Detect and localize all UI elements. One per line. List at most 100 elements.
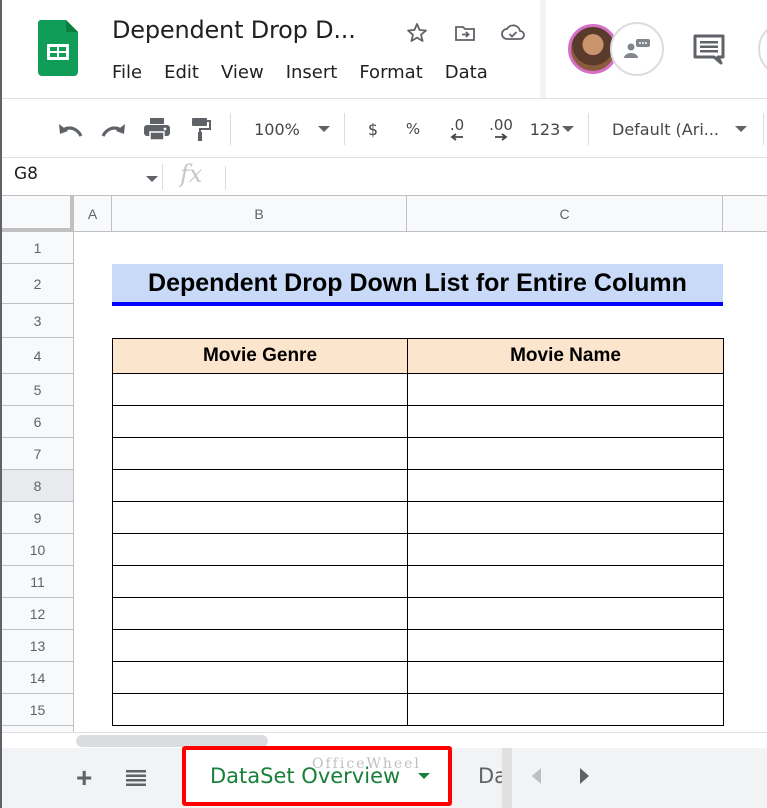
format-currency-button[interactable]: $ (362, 113, 384, 145)
row-header-10[interactable]: 10 (2, 534, 74, 566)
font-family-value: Default (Ari... (612, 119, 720, 139)
formula-separator (225, 166, 226, 190)
name-cell[interactable] (407, 437, 724, 470)
row-header-2[interactable]: 2 (2, 264, 74, 304)
formula-bar: G8 fx (2, 158, 767, 196)
genre-cell[interactable] (112, 693, 408, 726)
formula-input[interactable] (234, 166, 754, 188)
table-row (112, 565, 724, 598)
genre-cell[interactable] (112, 501, 408, 534)
table-row (112, 693, 724, 726)
column-header-b[interactable]: B (112, 196, 407, 232)
more-formats-label: 123 (529, 119, 561, 139)
watermark: OfficeWheel (312, 756, 421, 772)
name-cell[interactable] (407, 501, 724, 534)
row-header-6[interactable]: 6 (2, 406, 74, 438)
chevron-down-icon (317, 126, 330, 132)
menu-file[interactable]: File (112, 62, 150, 83)
column-header-c[interactable]: C (407, 196, 723, 232)
menu-bar: File Edit View Insert Format Data (112, 62, 510, 83)
name-box[interactable]: G8 (14, 164, 38, 184)
zoom-select[interactable]: 100% (250, 113, 334, 145)
move-to-folder-icon[interactable] (452, 20, 478, 46)
genre-cell[interactable] (112, 661, 408, 694)
select-all-corner[interactable] (2, 196, 74, 232)
scroll-tabs-right-icon[interactable] (580, 768, 589, 784)
redo-button[interactable] (100, 113, 128, 145)
row-header-5[interactable]: 5 (2, 374, 74, 406)
row-header-15[interactable]: 15 (2, 694, 74, 726)
cloud-saved-icon[interactable] (500, 20, 526, 46)
row-header-11[interactable]: 11 (2, 566, 74, 598)
row-header-3[interactable]: 3 (2, 304, 74, 338)
name-cell[interactable] (407, 373, 724, 406)
name-cell[interactable] (407, 565, 724, 598)
comments-icon[interactable] (692, 32, 726, 66)
menu-edit[interactable]: Edit (164, 62, 207, 83)
sheet-tab-dataset-overview[interactable]: DataSet Overview (182, 746, 452, 806)
all-sheets-menu-icon[interactable] (126, 770, 146, 786)
format-percent-button[interactable]: % (402, 113, 424, 145)
spreadsheet-grid: A B C 1 2 3 4 5 6 7 8 9 10 11 12 13 14 1… (2, 196, 767, 732)
table-row (112, 533, 724, 566)
menu-view[interactable]: View (221, 62, 272, 83)
row-header-4[interactable]: 4 (2, 338, 74, 374)
collaborator-chat-button[interactable] (610, 22, 664, 76)
sheet-tab-menu-icon[interactable] (418, 773, 431, 779)
sheet-tabs-bar: + DataSet Overview OfficeWheel Da (2, 746, 767, 808)
genre-cell[interactable] (112, 533, 408, 566)
genre-cell[interactable] (112, 597, 408, 630)
undo-button[interactable] (56, 113, 84, 145)
row-header-14[interactable]: 14 (2, 662, 74, 694)
sheet-title-cell[interactable]: Dependent Drop Down List for Entire Colu… (112, 264, 723, 306)
fx-icon: fx (180, 160, 203, 188)
row-header-7[interactable]: 7 (2, 438, 74, 470)
menu-insert[interactable]: Insert (286, 62, 346, 83)
row-header-13[interactable]: 13 (2, 630, 74, 662)
name-cell[interactable] (407, 469, 724, 502)
sheets-logo-icon[interactable] (38, 20, 78, 76)
paint-format-icon (192, 118, 211, 141)
genre-cell[interactable] (112, 629, 408, 662)
menu-data[interactable]: Data (445, 62, 496, 83)
scroll-tabs-left-icon[interactable] (532, 768, 541, 784)
document-title[interactable]: Dependent Drop D... (112, 16, 356, 44)
name-cell[interactable] (407, 661, 724, 694)
row-header-12[interactable]: 12 (2, 598, 74, 630)
redo-icon (101, 124, 125, 137)
row-header-8[interactable]: 8 (2, 470, 74, 502)
name-cell[interactable] (407, 533, 724, 566)
genre-cell[interactable] (112, 469, 408, 502)
menu-format[interactable]: Format (359, 62, 430, 83)
column-header-d[interactable] (723, 196, 767, 232)
name-cell[interactable] (407, 693, 724, 726)
name-cell[interactable] (407, 629, 724, 662)
print-button[interactable] (142, 113, 172, 145)
increase-decimal-button[interactable]: .00 (484, 113, 518, 145)
font-family-select[interactable]: Default (Ari... (612, 113, 754, 145)
meet-button[interactable] (758, 22, 767, 76)
toolbar: 100% $ % .0 .00 123 Default (Ari... (2, 98, 767, 158)
decrease-decimal-icon: .0 (449, 116, 465, 134)
star-icon[interactable] (404, 20, 430, 46)
name-box-dropdown-icon[interactable] (146, 176, 158, 182)
name-cell[interactable] (407, 405, 724, 438)
header-movie-genre[interactable]: Movie Genre (112, 338, 408, 374)
paint-format-button[interactable] (188, 113, 214, 145)
header-movie-name[interactable]: Movie Name (407, 338, 724, 374)
table-row (112, 501, 724, 534)
genre-cell[interactable] (112, 437, 408, 470)
column-header-a[interactable]: A (74, 196, 112, 232)
genre-cell[interactable] (112, 565, 408, 598)
google-sheets-window: Dependent Drop D... File Edit View Inser… (0, 0, 767, 808)
row-header-9[interactable]: 9 (2, 502, 74, 534)
row-header-1[interactable]: 1 (2, 232, 74, 264)
table-row (112, 373, 724, 406)
genre-cell[interactable] (112, 405, 408, 438)
genre-cell[interactable] (112, 373, 408, 406)
add-sheet-button[interactable]: + (76, 762, 92, 794)
more-formats-button[interactable]: 123 (526, 113, 578, 145)
name-cell[interactable] (407, 597, 724, 630)
arrow-left-icon (450, 133, 463, 141)
decrease-decimal-button[interactable]: .0 (442, 113, 472, 145)
